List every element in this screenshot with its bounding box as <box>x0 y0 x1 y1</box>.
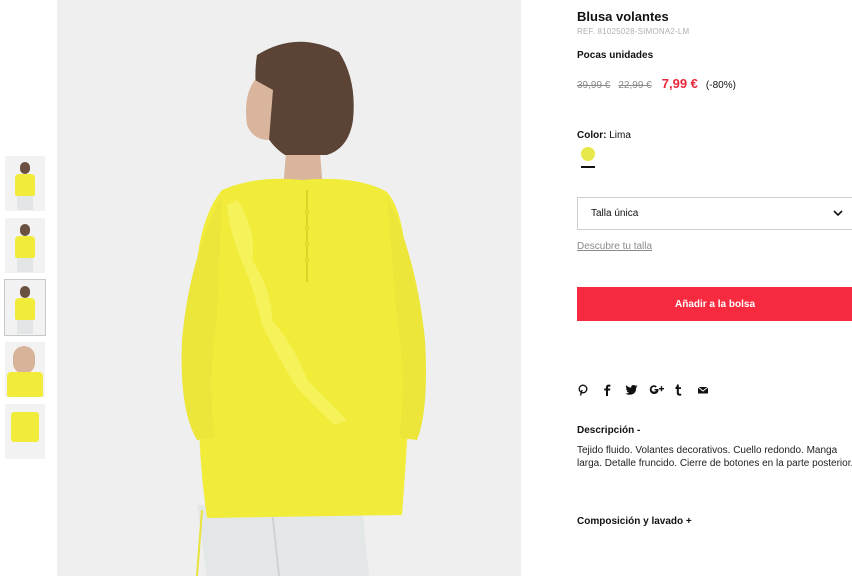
main-product-image[interactable] <box>57 0 521 576</box>
thumbnail-figure-head <box>20 162 30 174</box>
price-current: 7,99 € <box>661 76 698 91</box>
chevron-down-icon <box>833 210 843 217</box>
social-share-bar <box>577 382 721 398</box>
color-label-row: Color: Lima <box>577 130 631 141</box>
thumbnail-side[interactable] <box>5 218 45 273</box>
twitter-icon[interactable] <box>625 382 649 398</box>
email-icon[interactable] <box>697 382 721 398</box>
price-row: 39,99 € 22,99 € 7,99 € (-80%) <box>577 76 736 91</box>
pinterest-icon[interactable] <box>577 382 601 398</box>
thumbnail-figure-blouse <box>15 236 35 258</box>
size-select[interactable]: Talla única <box>577 197 852 230</box>
model-illustration <box>57 0 521 576</box>
color-swatch-lima[interactable] <box>581 147 595 161</box>
add-to-bag-button[interactable]: Añadir a la bolsa <box>577 287 852 321</box>
thumbnail-gallery <box>4 156 46 466</box>
color-label: Color: <box>577 130 607 141</box>
price-original: 39,99 € <box>577 80 611 91</box>
facebook-icon[interactable] <box>601 382 625 398</box>
product-title: Blusa volantes <box>577 9 669 24</box>
thumbnail-garment <box>11 412 39 442</box>
product-reference: REF. 81025028-SIMONA2-LM <box>577 27 690 36</box>
thumbnail-figure-head <box>20 286 30 298</box>
thumbnail-figure-trousers <box>17 196 33 210</box>
thumbnail-back[interactable] <box>4 279 46 336</box>
thumbnail-closeup[interactable] <box>5 342 45 397</box>
thumbnail-figure-blouse <box>15 174 35 196</box>
swatch-selected-indicator <box>581 166 595 168</box>
thumbnail-flat[interactable] <box>5 404 45 459</box>
description-text: Tejido fluido. Volantes decorativos. Cue… <box>577 445 852 469</box>
stock-status: Pocas unidades <box>577 50 654 61</box>
description-heading[interactable]: Descripción - <box>577 425 640 436</box>
size-guide-link[interactable]: Descubre tu talla <box>577 241 652 252</box>
price-previous: 22,99 € <box>618 80 652 91</box>
google-plus-icon[interactable] <box>649 382 673 398</box>
color-value: Lima <box>609 130 631 141</box>
thumbnail-figure-trousers <box>17 320 33 334</box>
discount-badge: (-80%) <box>705 80 736 91</box>
tumblr-icon[interactable] <box>673 382 697 398</box>
thumbnail-figure-head <box>20 224 30 236</box>
size-selected-value: Talla única <box>591 208 639 219</box>
thumbnail-figure-blouse <box>15 298 35 320</box>
thumbnail-figure-head <box>13 346 35 374</box>
thumbnail-front[interactable] <box>5 156 45 211</box>
thumbnail-figure-trousers <box>17 258 33 272</box>
composition-heading[interactable]: Composición y lavado + <box>577 516 692 527</box>
thumbnail-figure-blouse <box>7 372 43 397</box>
